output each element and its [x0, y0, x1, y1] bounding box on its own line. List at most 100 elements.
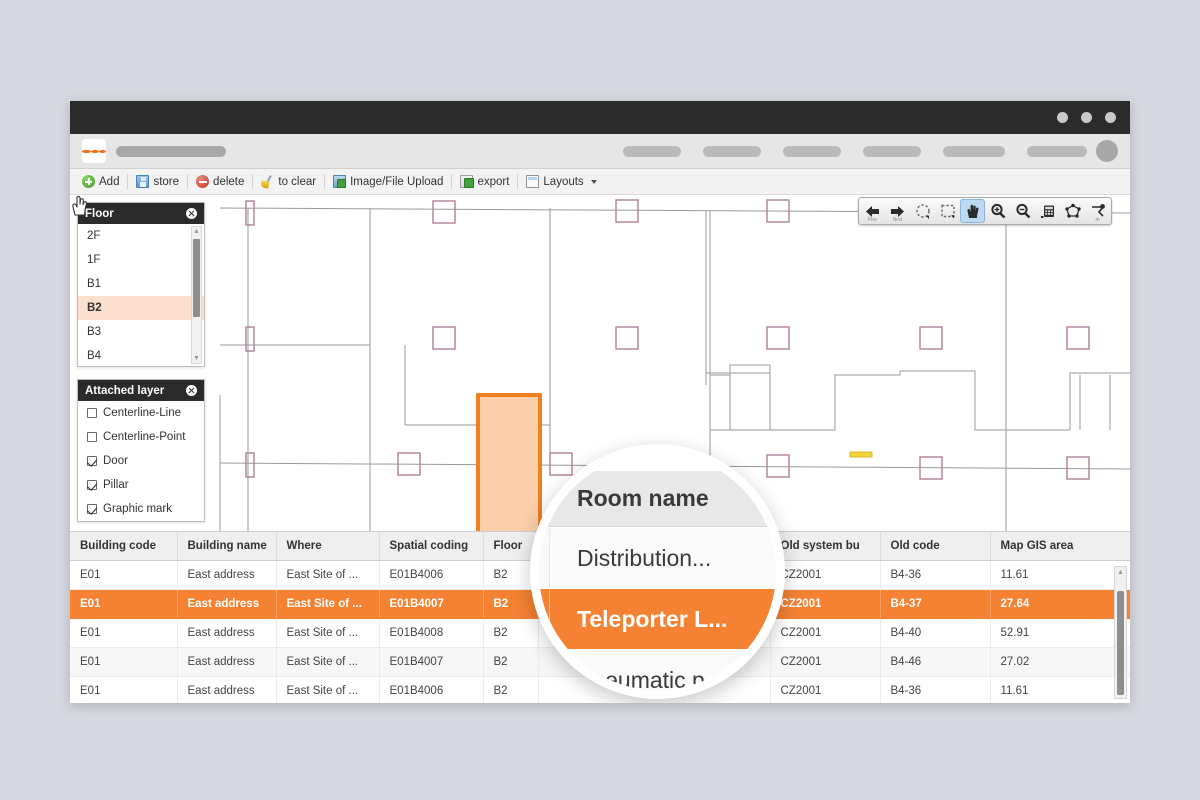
attached-layer-panel: Attached layer Centerline-Line Centerlin…: [77, 379, 205, 522]
checkbox-checked-icon[interactable]: [87, 504, 97, 514]
layer-item-centerline-line[interactable]: Centerline-Line: [78, 401, 204, 425]
close-button[interactable]: [1105, 112, 1116, 123]
door-mark: [849, 451, 873, 458]
magnified-row-2-selected[interactable]: Teleporter L...: [539, 589, 776, 649]
col-where[interactable]: Where: [276, 532, 380, 561]
table-scrollbar[interactable]: ▲ ▼: [1114, 566, 1127, 699]
magnified-row-1[interactable]: Distribution...: [539, 528, 776, 588]
scroll-down-arrow[interactable]: ▼: [1115, 687, 1126, 698]
layer-label: Graphic mark: [103, 503, 173, 515]
attached-layer-title: Attached layer: [85, 384, 165, 397]
magnified-row-1-text: Distribution...: [577, 544, 712, 571]
export-button[interactable]: export: [454, 173, 515, 190]
tab-placeholder[interactable]: [783, 145, 841, 157]
layouts-dropdown[interactable]: Layouts: [520, 173, 602, 190]
image-file-upload-label: Image/File Upload: [350, 175, 444, 188]
store-button[interactable]: store: [130, 173, 185, 190]
col-floor[interactable]: Floor: [483, 532, 539, 561]
floor-item-b1[interactable]: B1: [78, 272, 204, 296]
close-icon[interactable]: [186, 208, 197, 219]
floor-panel-title: Floor: [85, 207, 114, 220]
floor-item-1f[interactable]: 1F: [78, 248, 204, 272]
checkbox-unchecked-icon[interactable]: [87, 408, 97, 418]
close-icon[interactable]: [186, 385, 197, 396]
scroll-down-arrow[interactable]: ▼: [192, 354, 201, 363]
scrollbar-thumb[interactable]: [1117, 591, 1124, 695]
image-file-upload-button[interactable]: Image/File Upload: [327, 173, 449, 190]
topology-button[interactable]: [1060, 199, 1085, 223]
floor-list-scrollbar[interactable]: ▲ ▼: [191, 226, 202, 364]
floor-item-2f[interactable]: 2F: [78, 224, 204, 248]
layers-icon-part: [91, 149, 100, 153]
col-building-code[interactable]: Building code: [70, 532, 178, 561]
col-old-code[interactable]: Old code: [880, 532, 991, 561]
magnified-row-2-text: Teleporter L...: [577, 605, 728, 632]
calculator-button[interactable]: [1035, 199, 1060, 223]
tab-placeholder[interactable]: [863, 145, 921, 157]
column-divider: [549, 650, 550, 690]
layer-item-door[interactable]: Door: [78, 449, 204, 473]
cell-map-gis-area: 11.61: [990, 676, 1130, 703]
tab-placeholder[interactable]: [943, 145, 1005, 157]
magnified-row-3-text: Pneumatic p...: [577, 666, 725, 691]
measure-button[interactable]: m: [1085, 199, 1110, 223]
cell-map-gis-area: 11.61: [990, 560, 1130, 590]
floor-list[interactable]: 2F 1F B1 B2 B3 B4 ▲ ▼: [78, 224, 204, 366]
cell-floor: B2: [483, 676, 539, 703]
pointing-hand-cursor: [72, 195, 88, 216]
rect-select-button[interactable]: [935, 199, 960, 223]
toolbar-divider: [187, 174, 189, 189]
magnifier-loupe: Room name Distribution... Teleporter L..…: [530, 444, 785, 699]
zoom-out-button[interactable]: [1010, 199, 1035, 223]
cell-building-code: E01: [70, 560, 178, 590]
scrollbar-thumb[interactable]: [193, 239, 200, 317]
map-toolbar: Prev Next m: [858, 197, 1112, 225]
checkbox-unchecked-icon[interactable]: [87, 432, 97, 442]
col-map-gis-area[interactable]: Map GIS area: [990, 532, 1130, 561]
layouts-icon: [526, 175, 540, 188]
magnified-row-3[interactable]: Pneumatic p...: [539, 650, 776, 690]
floor-item-b4[interactable]: B4: [78, 344, 204, 366]
tab-placeholder[interactable]: [1027, 145, 1087, 157]
toolbar-divider: [517, 174, 519, 189]
cell-old-system-bu: CZ2001: [770, 560, 881, 590]
col-spatial-coding[interactable]: Spatial coding: [379, 532, 484, 561]
pan-hand-button[interactable]: [960, 199, 985, 223]
minimize-button[interactable]: [1057, 112, 1068, 123]
cell-spatial-coding: E01B4006: [379, 676, 484, 703]
zoom-in-button[interactable]: [985, 199, 1010, 223]
image-upload-icon: [333, 175, 347, 188]
to-clear-button[interactable]: to clear: [255, 173, 322, 190]
tab-placeholder[interactable]: [623, 145, 681, 157]
maximize-button[interactable]: [1081, 112, 1092, 123]
cell-spatial-coding: E01B4007: [379, 647, 484, 677]
delete-button[interactable]: delete: [190, 173, 250, 190]
cell-old-system-bu: CZ2001: [770, 589, 881, 619]
delete-button-label: delete: [213, 175, 245, 188]
tab-placeholder[interactable]: [116, 145, 226, 157]
scroll-up-arrow[interactable]: ▲: [1115, 567, 1126, 578]
floor-item-b2[interactable]: B2: [78, 296, 204, 320]
next-button[interactable]: Next: [885, 199, 910, 223]
floor-item-b3[interactable]: B3: [78, 320, 204, 344]
cell-old-system-bu: CZ2001: [770, 647, 881, 677]
scroll-up-arrow[interactable]: ▲: [192, 227, 201, 236]
application-window: Add store delete to clear Image/File Upl…: [70, 101, 1130, 703]
lasso-select-button[interactable]: [910, 199, 935, 223]
checkbox-checked-icon[interactable]: [87, 480, 97, 490]
window-controls[interactable]: [1057, 112, 1116, 123]
prev-button[interactable]: Prev: [860, 199, 885, 223]
layer-item-pillar[interactable]: Pillar: [78, 473, 204, 497]
col-building-name[interactable]: Building name: [177, 532, 277, 561]
cell-building-code: E01: [70, 676, 178, 703]
checkbox-checked-icon[interactable]: [87, 456, 97, 466]
layer-item-graphic-mark[interactable]: Graphic mark: [78, 497, 204, 521]
selected-room-polygon-body[interactable]: [476, 393, 542, 531]
layer-item-centerline-point[interactable]: Centerline-Point: [78, 425, 204, 449]
add-button[interactable]: Add: [76, 173, 125, 190]
prev-label: Prev: [867, 217, 878, 223]
avatar[interactable]: [1096, 140, 1118, 162]
cell-where: East Site of ...: [276, 589, 380, 619]
col-old-system-bu[interactable]: Old system bu: [770, 532, 881, 561]
tab-placeholder[interactable]: [703, 145, 761, 157]
